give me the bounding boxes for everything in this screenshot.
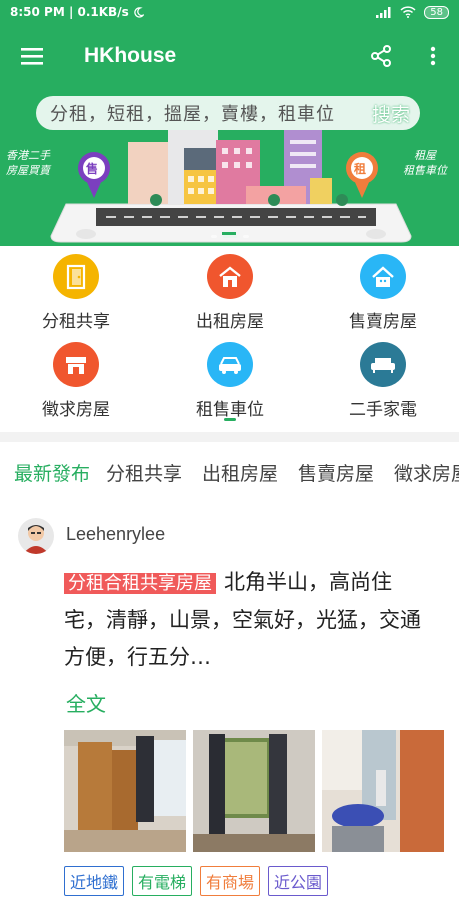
tab-rent-house[interactable]: 出租房屋 <box>192 459 288 486</box>
feed-tabs: 最新發布 分租共享 出租房屋 售賣房屋 徵求房屋 <box>0 442 459 502</box>
promo-banner[interactable]: 售 租 香港二手 房屋買賣 租屋 租售車位 分租，短租，搵屋，賣樓，租車位 搜索 <box>0 88 459 246</box>
moon-icon <box>134 6 144 18</box>
post-body: 分租合租共享房屋 北角半山，高尚住宅，清靜，山景，空氣好，光猛，交通方便，行五分… <box>64 564 424 676</box>
post-username[interactable]: Leehenrylee <box>66 524 165 545</box>
house-icon <box>360 254 406 299</box>
store-icon <box>53 342 99 387</box>
share-icon <box>371 45 391 67</box>
share-button[interactable] <box>355 24 407 88</box>
rent-badge: 租 <box>354 162 367 176</box>
banner-pager <box>210 235 249 238</box>
search-placeholder: 分租，短租，搵屋，賣樓，租車位 <box>50 104 335 125</box>
search-bar[interactable]: 分租，短租，搵屋，賣樓，租車位 搜索 <box>36 96 420 130</box>
tab-shared-rent[interactable]: 分租共享 <box>96 459 192 486</box>
banner-left-caption: 香港二手 房屋買賣 <box>6 149 50 177</box>
post-photo[interactable] <box>64 730 186 852</box>
sale-badge: 售 <box>86 162 99 176</box>
post-tags: 近地鐵 有電梯 有商場 近公園 <box>64 866 329 896</box>
category-parking[interactable]: 租售車位 <box>160 334 300 420</box>
tab-wanted-house[interactable]: 徵求房屋 <box>384 459 459 486</box>
wifi-icon <box>400 6 416 18</box>
avatar[interactable] <box>18 518 54 554</box>
car-icon <box>207 342 253 387</box>
feed-post[interactable]: Leehenrylee 分租合租共享房屋 北角半山，高尚住宅，清靜，山景，空氣好，… <box>0 502 459 900</box>
signal-icon <box>376 6 391 18</box>
tag-near-park[interactable]: 近公園 <box>268 866 329 896</box>
post-category-tag: 分租合租共享房屋 <box>64 573 216 594</box>
search-button[interactable]: 搜索 <box>372 100 420 127</box>
status-bar: 8:50 PM | 0.1KB/s 58 <box>0 0 459 24</box>
category-rent-house[interactable]: 出租房屋 <box>160 246 300 332</box>
door-icon <box>53 254 99 299</box>
banner-right-caption: 租屋 租售車位 <box>403 149 447 177</box>
battery-icon: 58 <box>424 5 449 19</box>
tag-has-lift[interactable]: 有電梯 <box>132 866 193 896</box>
app-bar: HKhouse <box>0 24 459 88</box>
menu-button[interactable] <box>0 24 64 88</box>
sofa-icon <box>360 342 406 387</box>
category-wanted-house[interactable]: 徵求房屋 <box>6 334 146 420</box>
status-time: 8:50 PM | 0.1KB/s <box>10 5 129 19</box>
post-photo[interactable] <box>322 730 444 852</box>
more-vert-icon <box>430 46 436 66</box>
tag-has-mall[interactable]: 有商場 <box>200 866 261 896</box>
menu-icon <box>21 48 43 65</box>
post-photos <box>64 730 444 852</box>
category-sell-house[interactable]: 售賣房屋 <box>313 246 453 332</box>
city-illustration <box>50 130 412 243</box>
tab-sell-house[interactable]: 售賣房屋 <box>288 459 384 486</box>
section-divider <box>0 432 459 442</box>
tag-near-mtr[interactable]: 近地鐵 <box>64 866 125 896</box>
category-appliances[interactable]: 二手家電 <box>313 334 453 420</box>
read-more-link[interactable]: 全文 <box>66 688 106 717</box>
house-icon <box>207 254 253 299</box>
grid-page-indicator <box>224 418 236 421</box>
post-photo[interactable] <box>193 730 315 852</box>
category-grid: 分租共享 出租房屋 售賣房屋 徵求房屋 租售車位 二手家電 <box>0 246 459 432</box>
category-shared-rent[interactable]: 分租共享 <box>6 246 146 332</box>
app-title: HKhouse <box>84 44 177 67</box>
more-button[interactable] <box>407 24 459 88</box>
tab-latest[interactable]: 最新發布 <box>0 459 96 486</box>
